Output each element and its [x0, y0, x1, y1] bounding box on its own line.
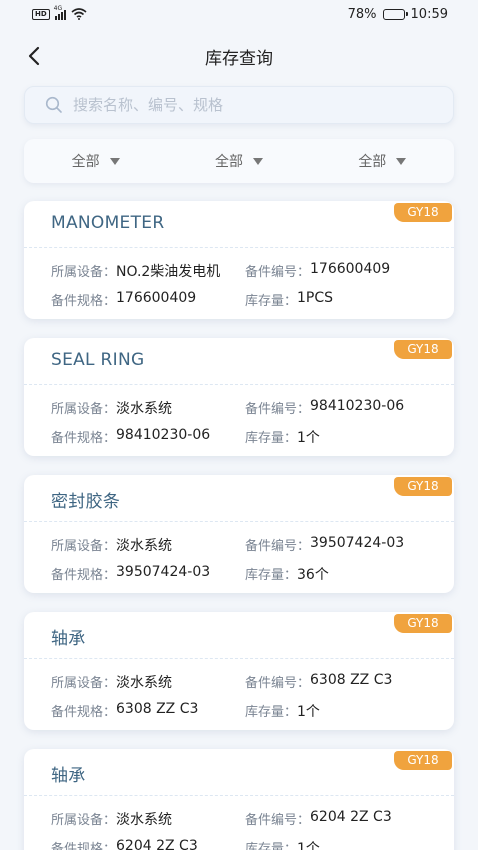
- caret-down-icon: [396, 157, 407, 165]
- code-label: 备件编号：: [245, 265, 311, 280]
- filter-dropdown-2[interactable]: 全部: [167, 139, 310, 183]
- status-bar: HD 4G 78% 10:59: [0, 0, 478, 28]
- device-value: 淡水系统: [116, 675, 173, 691]
- item-name: 轴承: [51, 766, 86, 786]
- code-value: 176600409: [310, 261, 391, 277]
- signal-icon: 4G: [54, 5, 66, 20]
- spec-value: 98410230-06: [116, 427, 211, 443]
- filter-label: 全部: [214, 154, 243, 170]
- code-value: 39507424-03: [310, 535, 405, 551]
- stock-value: 1个: [297, 841, 320, 850]
- divider: [24, 795, 454, 796]
- caret-down-icon: [252, 157, 263, 165]
- inventory-card[interactable]: GY18 轴承 所属设备： 淡水系统 备件编号： 6308 ZZ C3 备件规格： 6…: [24, 612, 454, 730]
- filter-label: 全部: [71, 154, 100, 170]
- inventory-card[interactable]: GY18 MANOMETER 所属设备： NO.2柴油发电机 备件编号： 17660…: [24, 201, 454, 319]
- battery-icon: [382, 8, 408, 20]
- clock: 10:59: [410, 6, 448, 22]
- code-value: 6204 2Z C3: [310, 809, 392, 825]
- warehouse-tag: GY18: [394, 477, 452, 496]
- warehouse-tag: GY18: [394, 340, 452, 359]
- spec-value: 6204 2Z C3: [116, 838, 198, 850]
- device-value: 淡水系统: [116, 401, 173, 417]
- device-label: 所属设备：: [51, 402, 117, 417]
- search-icon: [45, 96, 62, 113]
- device-value: 淡水系统: [116, 812, 173, 828]
- code-value: 98410230-06: [310, 398, 405, 414]
- spec-label: 备件规格：: [51, 431, 117, 446]
- stock-label: 库存量：: [245, 294, 298, 309]
- divider: [24, 384, 454, 385]
- code-label: 备件编号：: [245, 813, 311, 828]
- code-label: 备件编号：: [245, 539, 311, 554]
- stock-label: 库存量：: [245, 705, 298, 720]
- spec-value: 39507424-03: [116, 564, 211, 580]
- search-box[interactable]: [24, 86, 454, 124]
- spec-value: 176600409: [116, 290, 197, 306]
- stock-label: 库存量：: [245, 431, 298, 446]
- device-label: 所属设备：: [51, 676, 117, 691]
- warehouse-tag: GY18: [394, 751, 452, 770]
- nav-bar: 库存查询: [0, 36, 478, 76]
- item-name: SEAL RING: [51, 350, 145, 370]
- warehouse-tag: GY18: [394, 614, 452, 633]
- caret-down-icon: [109, 157, 120, 165]
- stock-value: 1个: [297, 430, 320, 446]
- inventory-card[interactable]: GY18 密封胶条 所属设备： 淡水系统 备件编号： 39507424-03 备件规…: [24, 475, 454, 593]
- hd-badge: HD: [32, 8, 50, 20]
- inventory-card[interactable]: GY18 SEAL RING 所属设备： 淡水系统 备件编号： 98410230-0…: [24, 338, 454, 456]
- item-name: 密封胶条: [51, 492, 121, 512]
- spec-value: 6308 ZZ C3: [116, 701, 199, 717]
- network-type: 4G: [53, 4, 63, 12]
- spec-label: 备件规格：: [51, 568, 117, 583]
- item-name: 轴承: [51, 629, 86, 649]
- filter-dropdown-1[interactable]: 全部: [24, 139, 167, 183]
- device-value: NO.2柴油发电机: [116, 264, 221, 280]
- battery-percent: 78%: [347, 6, 377, 22]
- spec-label: 备件规格：: [51, 705, 117, 720]
- code-value: 6308 ZZ C3: [310, 672, 393, 688]
- stock-value: 1个: [297, 704, 320, 720]
- device-value: 淡水系统: [116, 538, 173, 554]
- device-label: 所属设备：: [51, 539, 117, 554]
- stock-label: 库存量：: [245, 842, 298, 850]
- stock-label: 库存量：: [245, 568, 298, 583]
- inventory-card[interactable]: GY18 轴承 所属设备： 淡水系统 备件编号： 6204 2Z C3 备件规格： 6…: [24, 749, 454, 850]
- device-label: 所属设备：: [51, 813, 117, 828]
- divider: [24, 247, 454, 248]
- spec-label: 备件规格：: [51, 294, 117, 309]
- warehouse-tag: GY18: [394, 203, 452, 222]
- filter-bar: 全部 全部 全部: [24, 139, 454, 183]
- status-left: HD 4G: [32, 5, 87, 20]
- search-input[interactable]: [73, 96, 453, 114]
- item-name: MANOMETER: [51, 213, 165, 233]
- filter-dropdown-3[interactable]: 全部: [311, 139, 454, 183]
- status-right: 78% 10:59: [348, 7, 448, 22]
- divider: [24, 658, 454, 659]
- device-label: 所属设备：: [51, 265, 117, 280]
- stock-value: 36个: [297, 567, 329, 583]
- wifi-icon: [71, 8, 87, 20]
- code-label: 备件编号：: [245, 402, 311, 417]
- inventory-list: GY18 MANOMETER 所属设备： NO.2柴油发电机 备件编号： 17660…: [24, 201, 454, 850]
- code-label: 备件编号：: [245, 676, 311, 691]
- stock-value: 1PCS: [297, 290, 334, 306]
- divider: [24, 521, 454, 522]
- page-title: 库存查询: [205, 49, 273, 69]
- spec-label: 备件规格：: [51, 842, 117, 850]
- filter-label: 全部: [358, 154, 387, 170]
